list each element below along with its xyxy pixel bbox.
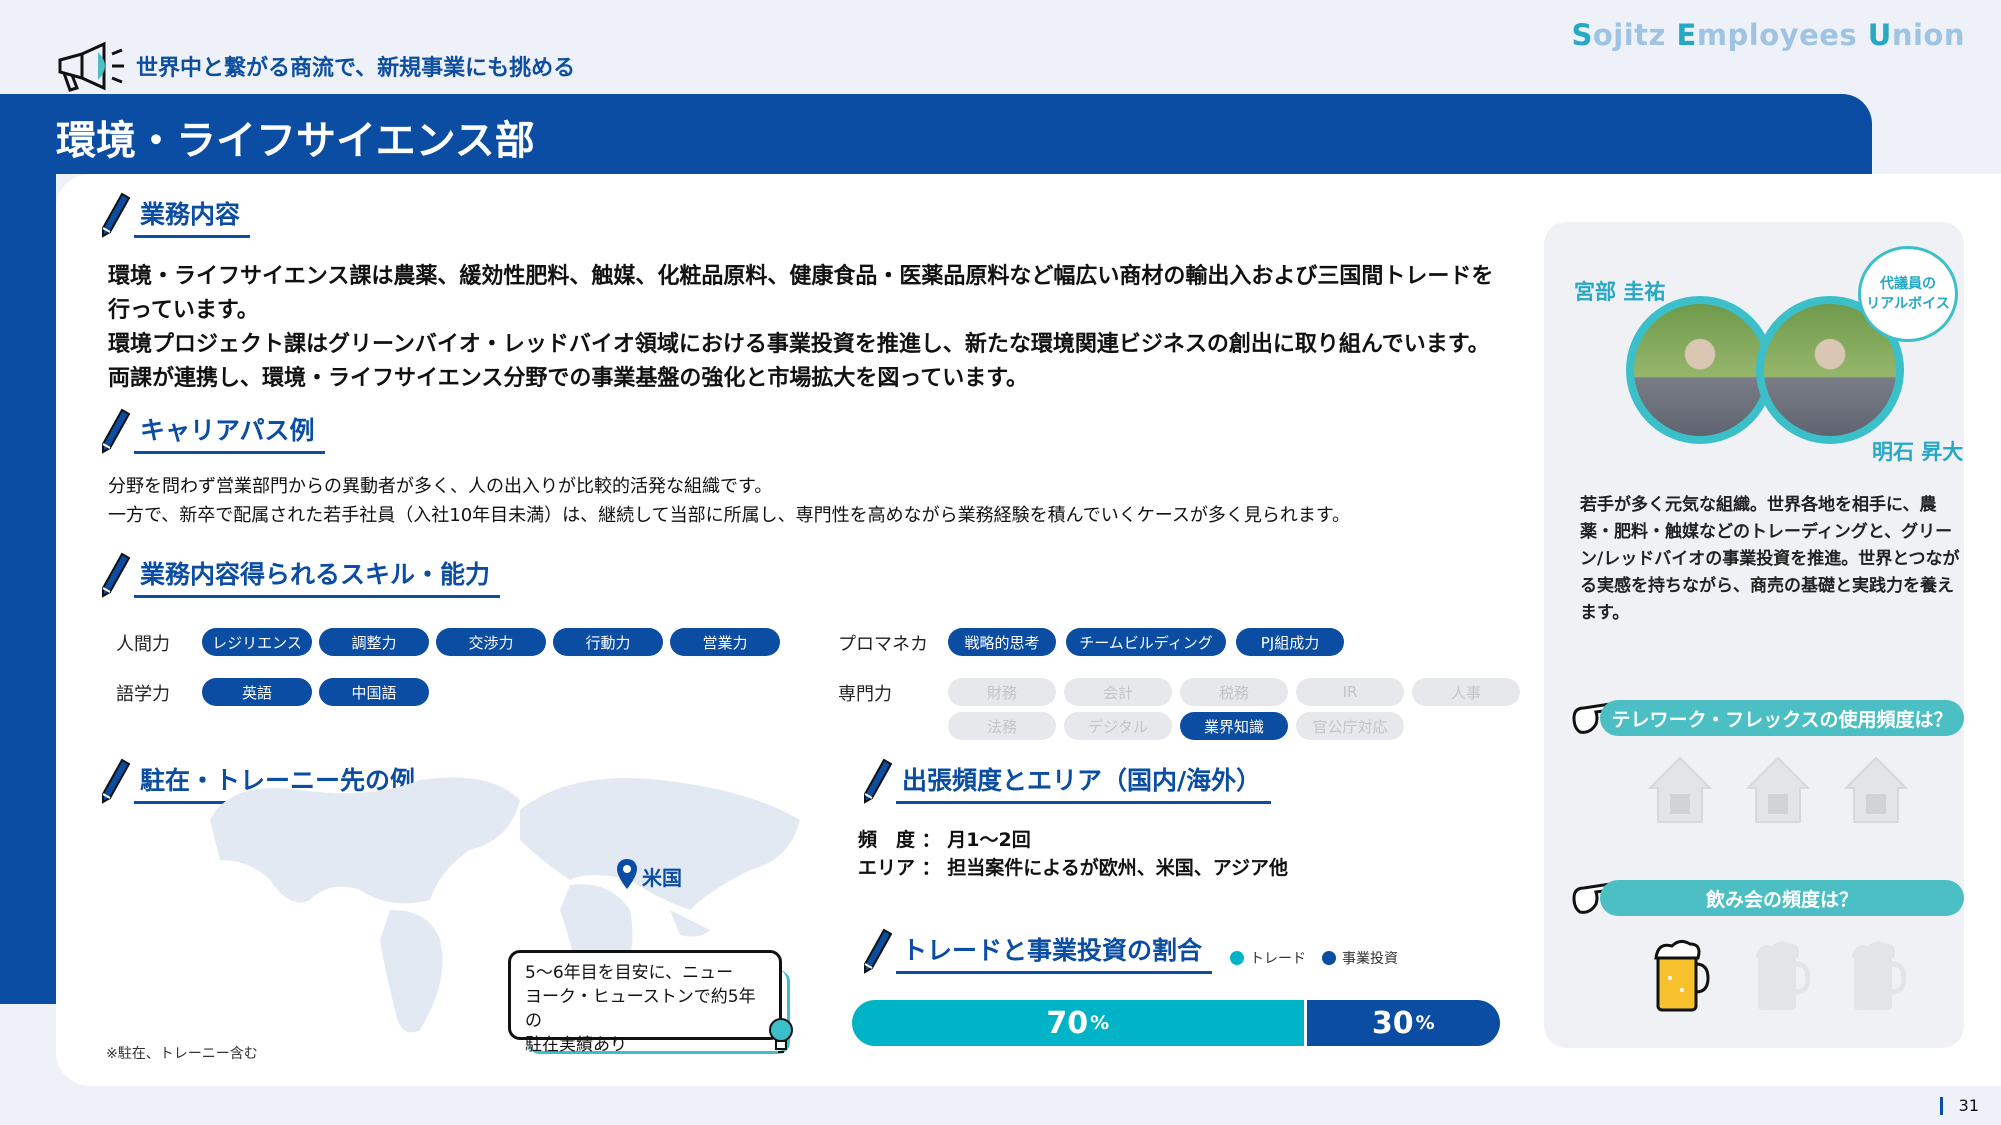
title-bar: 環境・ライフサイエンス部: [0, 94, 1872, 174]
legend-dot-trade: [1230, 951, 1244, 965]
career-line: 一方で、新卒で配属された若手社員（入社10年目未満）は、継続して当部に所属し、専…: [108, 505, 1351, 526]
ratio-segment-trade: 70%: [852, 1000, 1304, 1046]
skill-chip: 中国語: [319, 678, 429, 706]
pencil-icon: [102, 192, 130, 238]
pencil-icon: [864, 758, 892, 804]
pencil-icon: [102, 552, 130, 598]
skill-chip: PJ組成力: [1236, 628, 1344, 656]
ratio-unit: %: [1090, 1012, 1110, 1034]
pencil-icon: [102, 758, 130, 804]
real-voice-bubble: 代議員のリアルボイス: [1858, 246, 1958, 342]
station-callout: 5～6年目を目安に、ニュー ヨーク・ヒューストンで約5年の 駐在実績あり: [508, 950, 782, 1055]
callout-line: 5～6年目を目安に、ニュー: [525, 963, 734, 983]
skill-chip: 行動力: [553, 628, 663, 656]
business-line: 環境プロジェクト課はグリーンバイオ・レッドバイオ領域における事業投資を推進し、新…: [108, 332, 1490, 357]
career-section-header: キャリアパス例: [100, 408, 325, 454]
representative-photo-1: [1626, 296, 1774, 444]
brand-logo-text: Sojitz Employees Union: [1571, 18, 1965, 52]
ratio-heading: トレードと事業投資の割合: [896, 931, 1213, 974]
travel-section-header: 出張頻度とエリア（国内/海外）: [862, 758, 1272, 804]
human-skill-label: 人間力: [116, 634, 170, 655]
beer-mug-icon: [1852, 941, 1906, 1010]
skill-chip: 業界知識: [1180, 712, 1288, 740]
business-heading: 業務内容: [134, 195, 251, 238]
beer-mug-icon: [1654, 939, 1710, 1012]
skill-chip: 法務: [948, 712, 1056, 740]
page-title: 環境・ライフサイエンス部: [56, 118, 535, 164]
skill-chip: 会計: [1064, 678, 1172, 706]
freq-value: 月1～2回: [947, 829, 1031, 851]
representative-name-2: 明石 昇大: [1872, 440, 1964, 464]
skill-chip: 官公庁対応: [1296, 712, 1404, 740]
ratio-segment-investment: 30%: [1306, 1000, 1500, 1046]
callout-line: 駐在実績あり: [525, 1035, 627, 1055]
house-icon: [1843, 756, 1909, 823]
drinking-question: 飲み会の頻度は？: [1600, 880, 1964, 916]
business-line: 行っています。: [108, 298, 259, 323]
career-line: 分野を問わず営業部門からの異動者が多く、人の出入りが比較的活発な組織です。: [108, 476, 773, 497]
legend-label-investment: 事業投資: [1342, 951, 1398, 967]
business-line: 両課が連携し、環境・ライフサイエンス分野での事業基盤の強化と市場拡大を図っていま…: [108, 366, 1029, 391]
ratio-section-header: トレードと事業投資の割合: [862, 928, 1213, 974]
area-label: エリア: [858, 857, 916, 879]
beer-mug-icon: [1756, 941, 1810, 1010]
skill-chip: IR: [1296, 678, 1404, 706]
legend-dot-investment: [1322, 951, 1336, 965]
pm-skill-label: プロマネカ: [838, 634, 928, 655]
house-icon: [1745, 756, 1811, 823]
ratio-bar: 70% 30%: [852, 1000, 1500, 1046]
skill-chip: チームビルディング: [1066, 628, 1226, 656]
skill-chip: 交渉力: [436, 628, 546, 656]
business-section-header: 業務内容: [100, 192, 251, 238]
skill-chip: 財務: [948, 678, 1056, 706]
legend-label-trade: トレード: [1250, 951, 1306, 967]
ratio-legend: トレード 事業投資: [1230, 948, 1398, 968]
freq-label: 頻 度: [858, 829, 916, 851]
skills-section-header: 業務内容得られるスキル・能力: [100, 552, 501, 598]
telework-question: テレワーク・フレックスの使用頻度は？: [1600, 700, 1964, 736]
pencil-icon: [864, 928, 892, 974]
career-text: 分野を問わず営業部門からの異動者が多く、人の出入りが比較的活発な組織です。 一方…: [108, 472, 1350, 530]
skill-chip: デジタル: [1064, 712, 1172, 740]
skills-heading: 業務内容得られるスキル・能力: [134, 555, 501, 598]
callout-line: ヨーク・ヒューストンで約5年の: [525, 987, 756, 1031]
skill-chip: 税務: [1180, 678, 1288, 706]
tagline: 世界中と繋がる商流で、新規事業にも挑める: [136, 56, 576, 81]
language-skill-label: 語学力: [116, 684, 170, 705]
voice-text: 若手が多く元気な組織。世界各地を相手に、農薬・肥料・触媒などのトレーディングと、…: [1580, 495, 1960, 623]
skill-chip: 調整力: [319, 628, 429, 656]
ratio-value-trade: 70: [1046, 1005, 1089, 1041]
house-icon: [1647, 756, 1713, 823]
career-heading: キャリアパス例: [134, 411, 325, 454]
location-pin-icon: [617, 859, 637, 889]
representative-name-1: 宮部 圭祐: [1574, 280, 1666, 304]
travel-info: 頻 度 ： 月1～2回 エリア ： 担当案件によるが欧州、米国、アジア他: [858, 826, 1288, 882]
megaphone-icon: [58, 41, 124, 92]
expert-skill-label: 専門力: [838, 684, 892, 705]
skill-chip: 戦略的思考: [948, 628, 1056, 656]
skill-chip: 人事: [1412, 678, 1520, 706]
ratio-value-investment: 30: [1371, 1005, 1414, 1041]
station-note: ※駐在、トレーニー含む: [106, 1046, 258, 1062]
area-value: 担当案件によるが欧州、米国、アジア他: [947, 857, 1288, 879]
business-text: 環境・ライフサイエンス課は農薬、緩効性肥料、触媒、化粧品原料、健康食品・医薬品原…: [108, 260, 1493, 396]
travel-heading: 出張頻度とエリア（国内/海外）: [896, 761, 1272, 804]
separator: ：: [921, 829, 941, 851]
lightbulb-icon: [769, 1018, 793, 1053]
skill-chip: 営業力: [670, 628, 780, 656]
bubble-line: リアルボイス: [1866, 296, 1950, 312]
pin-label: 米国: [642, 866, 682, 890]
pencil-icon: [102, 408, 130, 454]
bubble-line: 代議員の: [1879, 276, 1936, 292]
left-accent-bar: [0, 174, 56, 1004]
skill-chip: レジリエンス: [202, 628, 312, 656]
skill-chip: 英語: [202, 678, 312, 706]
business-line: 環境・ライフサイエンス課は農薬、緩効性肥料、触媒、化粧品原料、健康食品・医薬品原…: [108, 264, 1494, 289]
separator: ：: [921, 857, 941, 879]
page-number: 31: [1939, 1097, 1979, 1115]
ratio-unit: %: [1415, 1012, 1435, 1034]
